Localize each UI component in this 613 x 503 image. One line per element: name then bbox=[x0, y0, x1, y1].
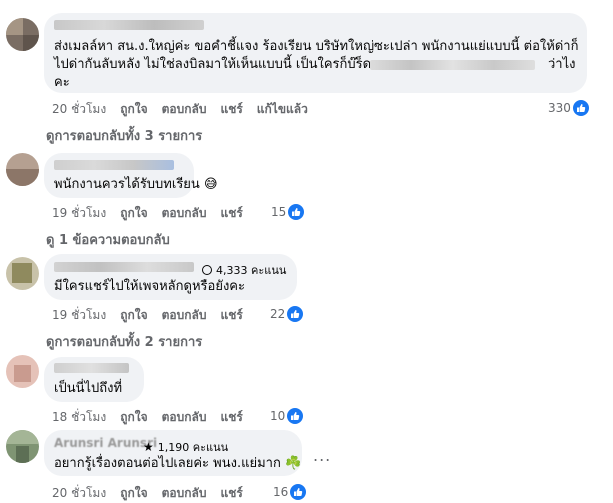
share-button[interactable]: แชร์ bbox=[220, 100, 242, 119]
comment-text: ไปด่ากันลับหลัง ไม่ใช่ลงบิลมาให้เห็นแบบน… bbox=[54, 57, 372, 72]
like-button[interactable]: ถูกใจ bbox=[120, 204, 147, 223]
comment-text: ส่งเมลล์หา สน.ง.ใหญ่ค่ะ ขอคำชี้แจง ร้องเ… bbox=[54, 39, 579, 54]
like-icon bbox=[288, 204, 305, 220]
avatar[interactable] bbox=[6, 430, 39, 463]
reaction-number: 22 bbox=[270, 307, 286, 321]
star-icon: ★ bbox=[143, 440, 154, 454]
timestamp[interactable]: 20 ชั่วโมง bbox=[52, 484, 106, 503]
share-button[interactable]: แชร์ bbox=[220, 306, 242, 325]
avatar[interactable] bbox=[6, 18, 39, 51]
avatar[interactable] bbox=[6, 153, 39, 186]
points-icon bbox=[202, 265, 212, 275]
timestamp[interactable]: 20 ชั่วโมง bbox=[52, 100, 106, 119]
share-button[interactable]: แชร์ bbox=[220, 408, 242, 427]
reaction-count[interactable]: 15 bbox=[271, 204, 305, 220]
reaction-number: 10 bbox=[270, 409, 286, 423]
author-name[interactable]: Arunsri Arunsri bbox=[54, 434, 157, 452]
comment-actions: 20 ชั่วโมง ถูกใจ ตอบกลับ แชร์ แก้ไขแล้ว bbox=[52, 100, 308, 119]
comment-text: อยากรู้เรื่องตอนต่อไปเลยค่ะ พนง.แย่มาก ☘… bbox=[54, 456, 302, 471]
author-name-blurred[interactable] bbox=[54, 363, 129, 373]
avatar[interactable] bbox=[6, 355, 39, 388]
author-name-blurred[interactable] bbox=[54, 160, 174, 170]
points-badge: 4,333 คะแนน bbox=[202, 261, 286, 279]
avatar[interactable] bbox=[6, 257, 39, 290]
points-label: 1,190 คะแนน bbox=[157, 441, 229, 454]
reply-button[interactable]: ตอบกลับ bbox=[162, 100, 207, 119]
reaction-count[interactable]: 22 bbox=[270, 306, 304, 322]
timestamp[interactable]: 19 ชั่วโมง bbox=[52, 306, 106, 325]
view-replies-link[interactable]: ดูการตอบกลับทั้ง 3 รายการ bbox=[46, 125, 202, 146]
timestamp[interactable]: 19 ชั่วโมง bbox=[52, 204, 106, 223]
view-replies-link[interactable]: ดูการตอบกลับทั้ง 2 รายการ bbox=[46, 331, 202, 352]
author-name-blurred[interactable] bbox=[54, 20, 204, 30]
share-button[interactable]: แชร์ bbox=[220, 484, 242, 503]
like-icon bbox=[572, 100, 589, 116]
comment-text: มีใครแชร์ไปให้เพจหลักดูหรือยังคะ bbox=[54, 279, 245, 294]
reaction-count[interactable]: 10 bbox=[270, 408, 304, 424]
reply-button[interactable]: ตอบกลับ bbox=[162, 484, 207, 503]
view-replies-link[interactable]: ดู 1 ข้อความตอบกลับ bbox=[46, 229, 170, 250]
reaction-number: 15 bbox=[271, 205, 287, 219]
blurred-text bbox=[370, 60, 535, 70]
comment-text: เป็นนี่ไปถึงที่ bbox=[54, 381, 123, 396]
comment-actions: 18 ชั่วโมง ถูกใจ ตอบกลับ แชร์ bbox=[52, 408, 243, 427]
reaction-count[interactable]: 330 bbox=[548, 100, 589, 116]
reaction-number: 16 bbox=[273, 485, 289, 499]
like-button[interactable]: ถูกใจ bbox=[120, 484, 147, 503]
reply-button[interactable]: ตอบกลับ bbox=[162, 408, 207, 427]
timestamp[interactable]: 18 ชั่วโมง bbox=[52, 408, 106, 427]
reply-button[interactable]: ตอบกลับ bbox=[162, 306, 207, 325]
comment-actions: 19 ชั่วโมง ถูกใจ ตอบกลับ แชร์ bbox=[52, 204, 243, 223]
like-button[interactable]: ถูกใจ bbox=[120, 100, 147, 119]
like-button[interactable]: ถูกใจ bbox=[120, 408, 147, 427]
like-icon bbox=[290, 484, 307, 500]
like-icon bbox=[287, 408, 304, 424]
comment-actions: 19 ชั่วโมง ถูกใจ ตอบกลับ แชร์ bbox=[52, 306, 243, 325]
comment-text: พนักงานควรได้รับบทเรียน 😅 bbox=[54, 177, 218, 192]
edited-label: แก้ไขแล้ว bbox=[256, 102, 308, 116]
reaction-count[interactable]: 16 bbox=[273, 484, 307, 500]
like-button[interactable]: ถูกใจ bbox=[120, 306, 147, 325]
points-badge: ★ 1,190 คะแนน bbox=[143, 438, 228, 456]
comment-actions: 20 ชั่วโมง ถูกใจ ตอบกลับ แชร์ bbox=[52, 484, 243, 503]
comment-text: ว่าไง bbox=[548, 57, 576, 72]
reaction-number: 330 bbox=[548, 101, 571, 115]
reply-button[interactable]: ตอบกลับ bbox=[162, 204, 207, 223]
comment-text: คะ bbox=[54, 75, 70, 90]
like-icon bbox=[287, 306, 304, 322]
points-label: 4,333 คะแนน bbox=[216, 264, 287, 277]
more-icon[interactable]: ... bbox=[313, 446, 331, 465]
author-name-blurred[interactable] bbox=[54, 262, 194, 272]
share-button[interactable]: แชร์ bbox=[220, 204, 242, 223]
